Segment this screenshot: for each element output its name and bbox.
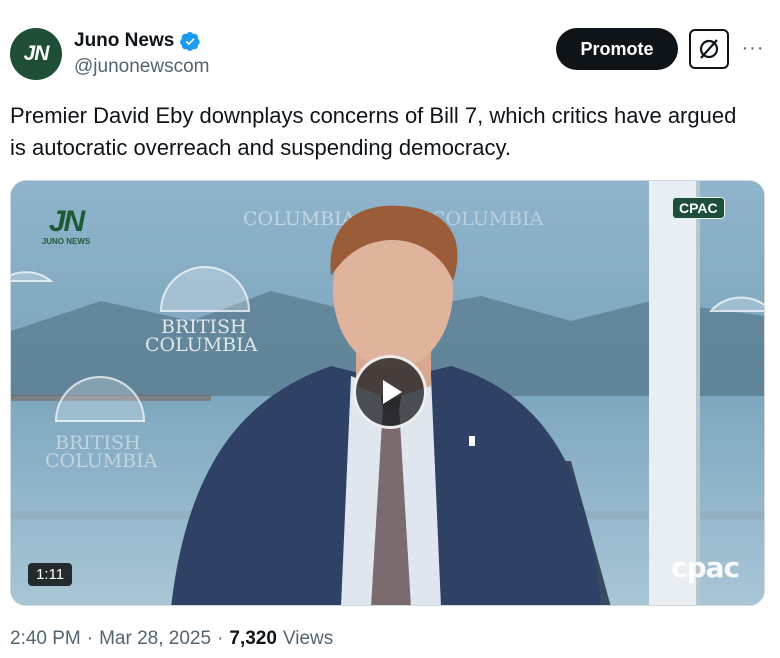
play-icon (383, 380, 402, 404)
author-handle[interactable]: @junonewscom (74, 56, 209, 78)
watermark-text: JUNO NEWS (41, 237, 91, 246)
views-label: Views (282, 628, 334, 649)
channel-logo: cpac (671, 551, 740, 584)
verified-badge-icon (180, 31, 201, 51)
views-count: 7,320 (229, 628, 277, 649)
video-player[interactable]: BRITISH COLUMBIA BRITISH COLUMBIA COLUMB… (10, 180, 765, 606)
svg-text:COLUMBIA: COLUMBIA (145, 334, 258, 356)
tweet-time[interactable]: 2:40 PM (10, 628, 81, 650)
promote-button[interactable]: Promote (556, 28, 678, 70)
channel-badge: CPAC (672, 197, 725, 219)
tweet-date[interactable]: Mar 28, 2025 (99, 628, 211, 650)
more-icon: ··· (741, 36, 765, 59)
svg-text:COLUMBIA: COLUMBIA (243, 208, 356, 230)
video-duration: 1:11 (28, 563, 73, 586)
watermark-mark: JN (48, 205, 85, 238)
grok-icon (699, 39, 719, 59)
meta-separator: · (217, 628, 224, 649)
tweet-text: Premier David Eby downplays concerns of … (10, 103, 737, 160)
meta-separator: · (86, 628, 94, 649)
more-options-button[interactable]: ··· (740, 33, 766, 63)
author-name-row[interactable]: Juno News (74, 30, 201, 52)
svg-text:COLUMBIA: COLUMBIA (45, 450, 158, 472)
avatar-text: JN (23, 42, 50, 65)
author-avatar[interactable]: JN (10, 28, 62, 80)
author-display-name[interactable]: Juno News (74, 30, 174, 52)
tweet-meta: 2:40 PM · Mar 28, 2025 · 7,320 Views (10, 628, 333, 650)
grok-button[interactable] (689, 29, 729, 69)
juno-news-watermark: JN JUNO NEWS (31, 205, 101, 247)
play-button[interactable] (353, 355, 427, 429)
